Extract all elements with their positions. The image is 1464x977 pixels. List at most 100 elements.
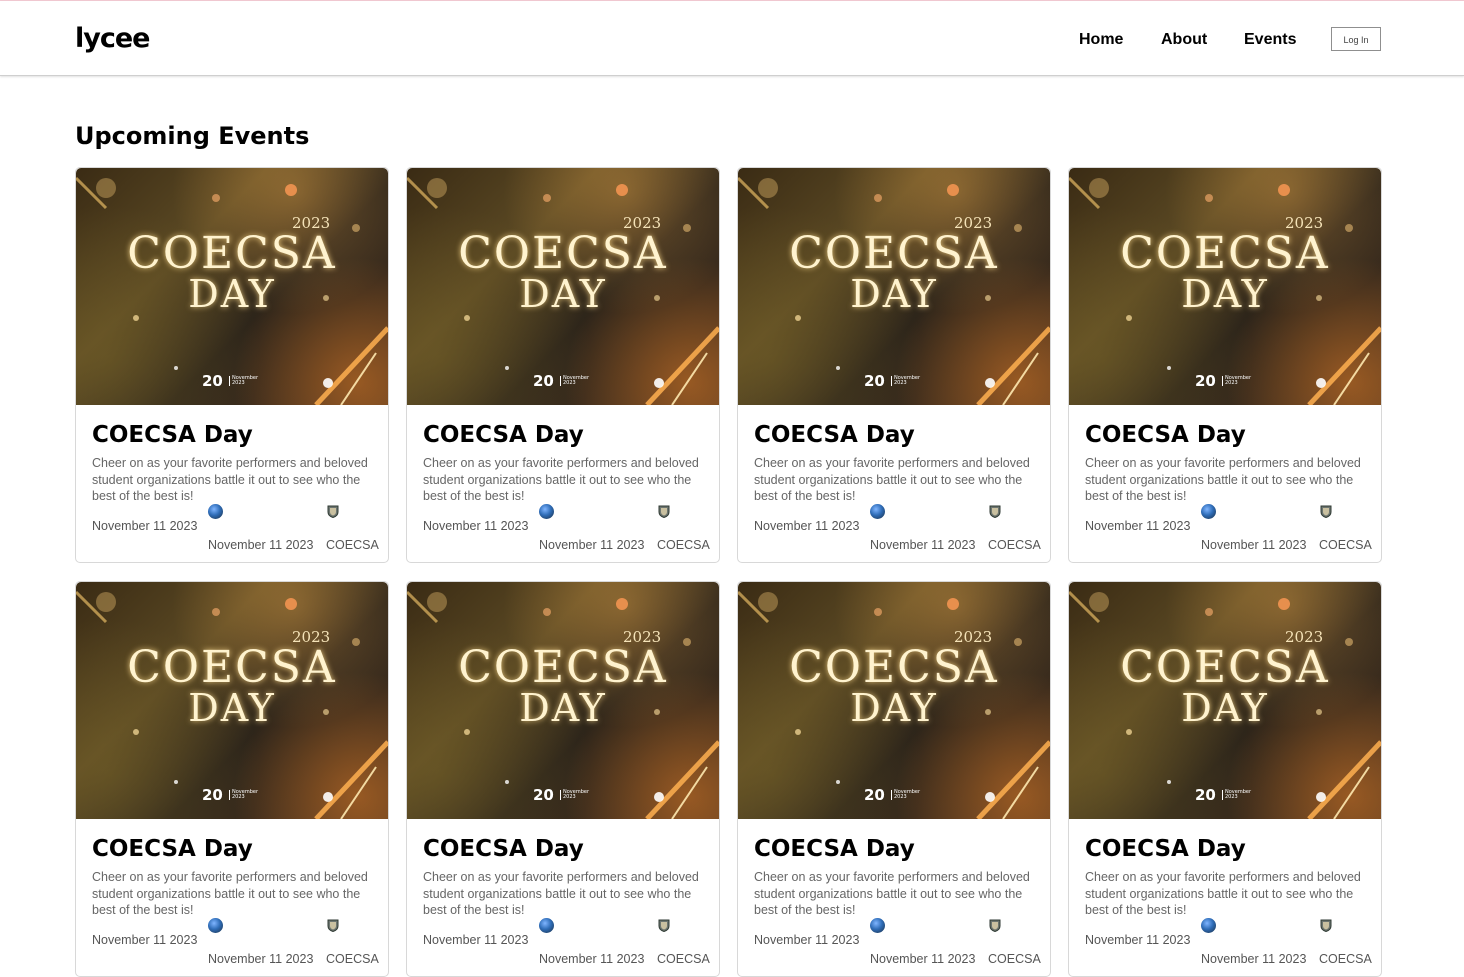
organization-name: COECSA <box>988 952 1041 966</box>
event-description: Cheer on as your favorite performers and… <box>423 870 699 917</box>
organization-shield-icon <box>1320 505 1332 518</box>
event-card[interactable]: COECSA DAY 2023 20 November 2023 COECSA D… <box>737 581 1051 977</box>
organizer-avatar <box>208 918 223 933</box>
event-title: COECSA Day <box>92 836 253 862</box>
poster-day: 20 <box>202 372 223 390</box>
login-button[interactable]: Log In <box>1331 27 1381 51</box>
event-card[interactable]: COECSA DAY 2023 20 November 2023 COECSA D… <box>406 167 720 563</box>
organizer-avatar <box>870 918 885 933</box>
event-description: Cheer on as your favorite performers and… <box>92 456 368 503</box>
poster-month: November 2023 <box>560 376 589 386</box>
organization-name: COECSA <box>326 952 379 966</box>
organization-shield-icon <box>658 919 670 932</box>
poster-subtitle: DAY <box>850 272 938 316</box>
organizer-avatar <box>1201 504 1216 519</box>
organization-shield-icon <box>658 505 670 518</box>
event-title: COECSA Day <box>423 836 584 862</box>
nav-events-link[interactable]: Events <box>1244 30 1296 50</box>
poster-month: November 2023 <box>229 790 258 800</box>
event-date-secondary: November 11 2023 <box>1201 538 1307 552</box>
site-header: lycee Home About Events Log In <box>0 1 1464 76</box>
poster-year: 2023 <box>954 628 993 646</box>
organization-name: COECSA <box>326 538 379 552</box>
event-date-secondary: November 11 2023 <box>870 952 976 966</box>
event-poster-image: COECSA DAY 2023 20 November 2023 <box>407 582 719 819</box>
poster-day: 20 <box>864 372 885 390</box>
poster-subtitle: DAY <box>188 272 276 316</box>
organization-name: COECSA <box>988 538 1041 552</box>
event-card[interactable]: COECSA DAY 2023 20 November 2023 COECSA D… <box>75 167 389 563</box>
poster-month: November 2023 <box>1222 376 1251 386</box>
poster-month: November 2023 <box>891 790 920 800</box>
event-date-secondary: November 11 2023 <box>1201 952 1307 966</box>
event-description: Cheer on as your favorite performers and… <box>1085 456 1361 503</box>
organization-shield-icon <box>1320 919 1332 932</box>
event-title: COECSA Day <box>1085 836 1246 862</box>
organization-shield-icon <box>989 505 1001 518</box>
event-date: November 11 2023 <box>92 933 198 947</box>
event-description: Cheer on as your favorite performers and… <box>1085 870 1361 917</box>
organizer-avatar <box>1201 918 1216 933</box>
event-date-secondary: November 11 2023 <box>539 952 645 966</box>
organizer-avatar <box>539 504 554 519</box>
event-poster-image: COECSA DAY 2023 20 November 2023 <box>738 168 1050 405</box>
event-date: November 11 2023 <box>1085 933 1191 947</box>
poster-year: 2023 <box>1285 214 1324 232</box>
event-poster-image: COECSA DAY 2023 20 November 2023 <box>76 582 388 819</box>
event-date: November 11 2023 <box>423 519 529 533</box>
event-title: COECSA Day <box>754 836 915 862</box>
event-poster-image: COECSA DAY 2023 20 November 2023 <box>1069 582 1381 819</box>
organizer-avatar <box>539 918 554 933</box>
event-card[interactable]: COECSA DAY 2023 20 November 2023 COECSA D… <box>1068 581 1382 977</box>
organization-name: COECSA <box>657 952 710 966</box>
event-card[interactable]: COECSA DAY 2023 20 November 2023 COECSA D… <box>406 581 720 977</box>
organization-name: COECSA <box>1319 538 1372 552</box>
poster-year: 2023 <box>954 214 993 232</box>
event-poster-image: COECSA DAY 2023 20 November 2023 <box>407 168 719 405</box>
poster-day: 20 <box>864 786 885 804</box>
organization-shield-icon <box>327 505 339 518</box>
event-description: Cheer on as your favorite performers and… <box>423 456 699 503</box>
poster-month: November 2023 <box>560 790 589 800</box>
event-description: Cheer on as your favorite performers and… <box>754 870 1030 917</box>
poster-subtitle: DAY <box>188 686 276 730</box>
poster-day: 20 <box>1195 372 1216 390</box>
event-date: November 11 2023 <box>754 933 860 947</box>
event-poster-image: COECSA DAY 2023 20 November 2023 <box>738 582 1050 819</box>
event-card[interactable]: COECSA DAY 2023 20 November 2023 COECSA D… <box>75 581 389 977</box>
poster-year: 2023 <box>292 214 331 232</box>
poster-subtitle: DAY <box>1181 686 1269 730</box>
poster-year: 2023 <box>1285 628 1324 646</box>
poster-day: 20 <box>1195 786 1216 804</box>
event-date-secondary: November 11 2023 <box>208 952 314 966</box>
organization-name: COECSA <box>657 538 710 552</box>
poster-day: 20 <box>533 786 554 804</box>
poster-day: 20 <box>202 786 223 804</box>
event-date: November 11 2023 <box>1085 519 1191 533</box>
organization-shield-icon <box>989 919 1001 932</box>
event-date-secondary: November 11 2023 <box>539 538 645 552</box>
organizer-avatar <box>208 504 223 519</box>
event-title: COECSA Day <box>1085 422 1246 448</box>
event-card[interactable]: COECSA DAY 2023 20 November 2023 COECSA D… <box>737 167 1051 563</box>
event-description: Cheer on as your favorite performers and… <box>754 456 1030 503</box>
event-title: COECSA Day <box>92 422 253 448</box>
poster-year: 2023 <box>623 214 662 232</box>
organization-name: COECSA <box>1319 952 1372 966</box>
poster-month: November 2023 <box>891 376 920 386</box>
site-logo[interactable]: lycee <box>75 23 150 55</box>
section-title: Upcoming Events <box>75 122 310 150</box>
poster-month: November 2023 <box>1222 790 1251 800</box>
poster-month: November 2023 <box>229 376 258 386</box>
event-date-secondary: November 11 2023 <box>870 538 976 552</box>
event-title: COECSA Day <box>423 422 584 448</box>
poster-subtitle: DAY <box>850 686 938 730</box>
poster-year: 2023 <box>623 628 662 646</box>
event-date-secondary: November 11 2023 <box>208 538 314 552</box>
event-card[interactable]: COECSA DAY 2023 20 November 2023 COECSA D… <box>1068 167 1382 563</box>
nav-about-link[interactable]: About <box>1161 30 1207 50</box>
nav-home-link[interactable]: Home <box>1079 30 1123 50</box>
event-poster-image: COECSA DAY 2023 20 November 2023 <box>76 168 388 405</box>
poster-year: 2023 <box>292 628 331 646</box>
event-date: November 11 2023 <box>92 519 198 533</box>
